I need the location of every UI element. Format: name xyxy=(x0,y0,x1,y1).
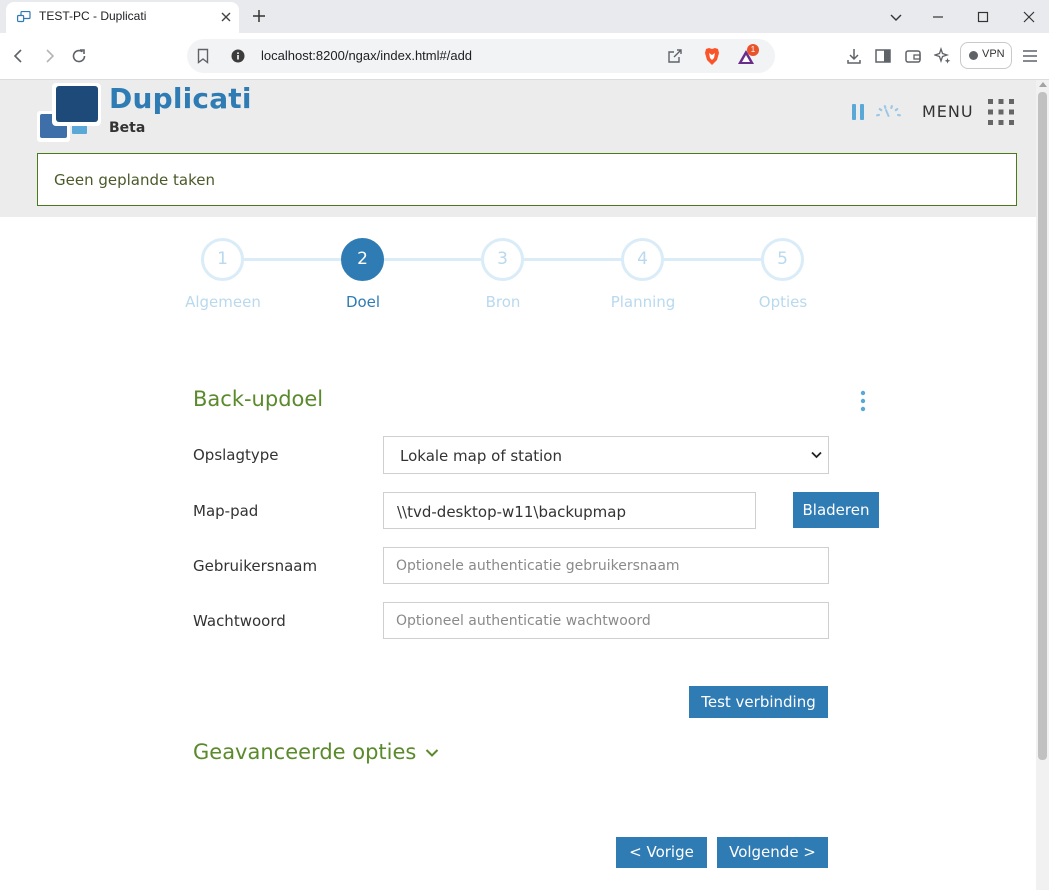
scroll-up-arrow-icon[interactable] xyxy=(1039,82,1047,87)
username-label: Gebruikersnaam xyxy=(193,557,318,575)
step-1-label[interactable]: Algemeen xyxy=(153,293,293,311)
sidebar-toggle-icon[interactable] xyxy=(874,47,892,65)
step-2-circle[interactable]: 2 xyxy=(341,238,384,281)
path-label: Map-pad xyxy=(193,502,259,520)
url-text: localhost:8200/ngax/index.html#/add xyxy=(261,48,473,63)
step-3-circle[interactable]: 3 xyxy=(481,238,524,281)
tab-search-chevron-icon[interactable] xyxy=(885,6,907,28)
advanced-options-toggle[interactable]: Geavanceerde opties xyxy=(193,740,416,764)
step-4-label[interactable]: Planning xyxy=(573,293,713,311)
previous-button[interactable]: < Vorige xyxy=(616,837,707,868)
step-connector xyxy=(243,258,341,261)
storage-type-value: Lokale map of station xyxy=(400,447,562,465)
path-input[interactable]: \\tvd-desktop-w11\backupmap xyxy=(383,492,756,529)
vpn-label: VPN xyxy=(982,48,1005,60)
step-connector xyxy=(663,258,762,261)
step-5-circle[interactable]: 5 xyxy=(761,238,804,281)
step-connector xyxy=(523,258,622,261)
app-header: Duplicati Beta MENU Geen geplande taken xyxy=(0,80,1036,217)
browse-button[interactable]: Bladeren xyxy=(793,492,879,528)
pause-icon[interactable] xyxy=(851,103,865,121)
browser-tab[interactable]: TEST-PC - Duplicati xyxy=(6,2,239,33)
step-5-label[interactable]: Opties xyxy=(713,293,853,311)
close-window-icon[interactable] xyxy=(1018,6,1040,28)
username-input[interactable]: Optionele authenticatie gebruikersnaam xyxy=(383,547,829,584)
app-subtitle: Beta xyxy=(109,120,146,136)
page-content: Duplicati Beta MENU Geen geplande taken … xyxy=(0,80,1036,890)
step-3-label[interactable]: Bron xyxy=(433,293,573,311)
username-placeholder: Optionele authenticatie gebruikersnaam xyxy=(396,558,680,574)
step-connector xyxy=(383,258,482,261)
address-bar[interactable]: localhost:8200/ngax/index.html#/add 1 xyxy=(187,39,775,73)
leo-ai-icon[interactable] xyxy=(934,47,952,65)
browser-menu-icon[interactable] xyxy=(1021,47,1039,65)
reload-icon[interactable] xyxy=(70,47,88,65)
browser-tabbar: TEST-PC - Duplicati xyxy=(0,0,1049,33)
site-info-icon[interactable] xyxy=(231,49,245,63)
status-text: Geen geplande taken xyxy=(54,171,215,189)
section-title: Back-updoel xyxy=(193,387,324,411)
step-4-circle[interactable]: 4 xyxy=(621,238,664,281)
storage-type-select[interactable]: Lokale map of station xyxy=(383,436,829,474)
duplicati-logo-icon[interactable] xyxy=(37,82,101,142)
forward-icon[interactable] xyxy=(40,47,58,65)
step-2-label[interactable]: Doel xyxy=(293,293,433,311)
status-box: Geen geplande taken xyxy=(37,153,1017,206)
test-connection-button[interactable]: Test verbinding xyxy=(689,686,828,718)
back-icon[interactable] xyxy=(10,47,28,65)
brave-shields-icon[interactable] xyxy=(703,47,721,66)
password-label: Wachtwoord xyxy=(193,612,286,630)
browser-toolbar: localhost:8200/ngax/index.html#/add 1 VP… xyxy=(0,33,1049,80)
share-icon[interactable] xyxy=(667,48,683,64)
brave-rewards-button[interactable]: 1 xyxy=(737,44,759,67)
throttle-speed-icon[interactable] xyxy=(875,103,902,121)
next-button[interactable]: Volgende > xyxy=(717,837,828,868)
more-options-icon[interactable] xyxy=(858,390,868,412)
chevron-down-icon[interactable] xyxy=(425,748,439,758)
vpn-status-icon xyxy=(969,51,978,60)
password-input[interactable]: Optioneel authenticatie wachtwoord xyxy=(383,602,829,639)
app-title: Duplicati xyxy=(109,82,252,115)
app-grid-menu-icon[interactable] xyxy=(988,99,1014,125)
step-1-circle[interactable]: 1 xyxy=(201,238,244,281)
minimize-icon[interactable] xyxy=(927,6,949,28)
tab-title: TEST-PC - Duplicati xyxy=(39,9,147,23)
bookmark-icon[interactable] xyxy=(196,48,210,64)
path-value: \\tvd-desktop-w11\backupmap xyxy=(397,503,626,521)
maximize-icon[interactable] xyxy=(972,6,994,28)
close-tab-icon[interactable] xyxy=(219,10,233,24)
rewards-badge: 1 xyxy=(747,44,759,56)
new-tab-icon[interactable] xyxy=(251,8,267,24)
menu-label[interactable]: MENU xyxy=(922,102,974,121)
download-icon[interactable] xyxy=(845,47,863,65)
storage-type-label: Opslagtype xyxy=(193,446,279,464)
password-placeholder: Optioneel authenticatie wachtwoord xyxy=(396,613,651,629)
wallet-icon[interactable] xyxy=(904,47,922,65)
duplicati-favicon-icon xyxy=(17,11,31,23)
page-scrollbar[interactable] xyxy=(1036,80,1049,890)
scrollbar-thumb[interactable] xyxy=(1038,92,1047,760)
chevron-down-icon xyxy=(811,451,822,459)
vpn-button[interactable]: VPN xyxy=(960,42,1012,69)
